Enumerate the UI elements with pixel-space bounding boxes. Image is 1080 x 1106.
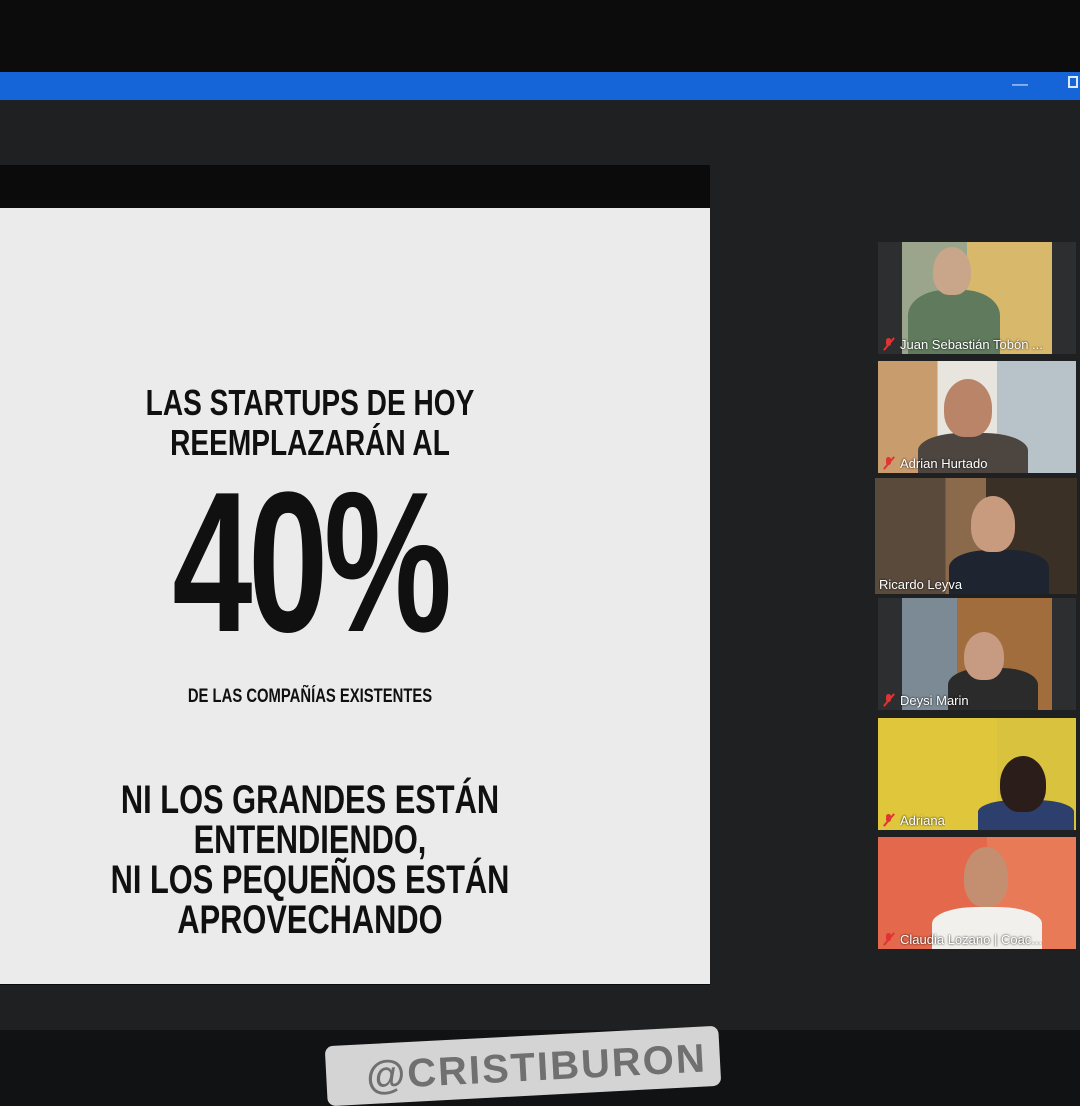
participant-name: Claudia Lozano | Coac... (900, 931, 1043, 947)
mic-muted-icon (882, 932, 896, 946)
participant-name: Ricardo Leyva (879, 576, 963, 592)
mic-muted-icon (882, 813, 896, 827)
mic-muted-icon (882, 337, 896, 351)
shared-slide: LAS STARTUPS DE HOY REEMPLAZARÁN AL 40% … (0, 208, 710, 984)
participant-label: Juan Sebastián Tobón ... (878, 334, 1047, 354)
participant-label: Adriana (878, 810, 949, 830)
top-bar (0, 0, 1080, 72)
sticker-text: @CRISTIBURON (365, 1036, 708, 1099)
slide-footer-line1: NI LOS GRANDES ESTÁN ENTENDIENDO, (120, 778, 500, 862)
slide-big-number: 40% (172, 451, 452, 674)
participant-label: Ricardo Leyva (875, 574, 966, 594)
participant-name: Adriana (900, 812, 945, 828)
participant-tile[interactable]: Adriana (878, 718, 1076, 830)
participant-label: Deysi Marin (878, 690, 973, 710)
participant-tile[interactable]: Juan Sebastián Tobón ... (878, 242, 1076, 354)
slide-footer-line2: NI LOS PEQUEÑOS ESTÁN APROVECHANDO (110, 858, 510, 942)
maximize-button[interactable] (1068, 76, 1078, 88)
participant-tile-active-speaker[interactable]: Ricardo Leyva (875, 478, 1077, 594)
participant-name: Deysi Marin (900, 692, 969, 708)
minimize-button[interactable]: — (1012, 75, 1028, 95)
participant-name: Juan Sebastián Tobón ... (900, 336, 1043, 352)
mic-muted-icon (882, 456, 896, 470)
participant-tile[interactable]: Claudia Lozano | Coac... (878, 837, 1076, 949)
window-title-bar: — (0, 72, 1080, 100)
slide-footer: NI LOS GRANDES ESTÁN ENTENDIENDO, NI LOS… (64, 780, 557, 940)
username-sticker: @CRISTIBURON (324, 1025, 722, 1106)
participant-tile[interactable]: Adrian Hurtado (878, 361, 1076, 473)
participant-name: Adrian Hurtado (900, 455, 988, 471)
slide-subheading: DE LAS COMPAÑÍAS EXISTENTES (187, 686, 433, 707)
slide-heading-line1: LAS STARTUPS DE HOY (145, 382, 475, 423)
participant-label: Claudia Lozano | Coac... (878, 929, 1046, 949)
mic-muted-icon (882, 693, 896, 707)
participant-label: Adrian Hurtado (878, 453, 991, 473)
participant-tile[interactable]: Deysi Marin (878, 598, 1076, 710)
